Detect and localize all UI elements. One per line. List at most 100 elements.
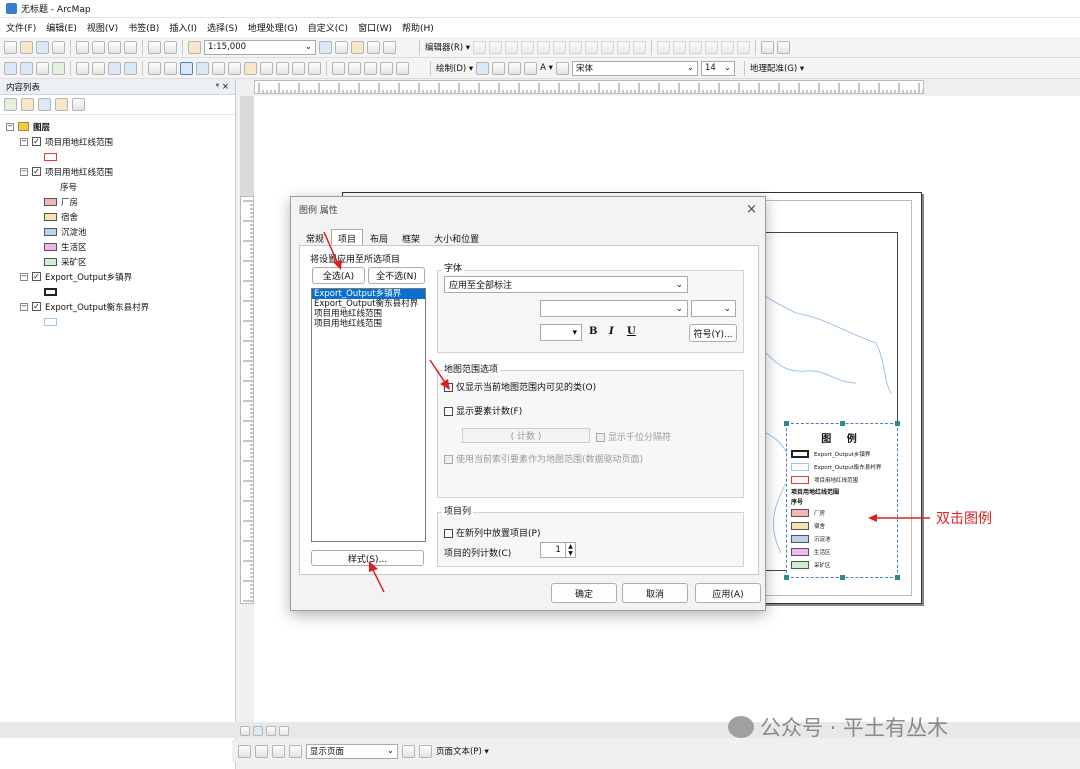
- reshape-icon[interactable]: [585, 40, 599, 54]
- georeferencing-menu[interactable]: 地理配准(G) ▾: [750, 62, 804, 74]
- only-visible-checkbox[interactable]: [444, 383, 453, 392]
- attributes-icon[interactable]: [721, 40, 735, 54]
- list-by-selection-icon[interactable]: [55, 98, 68, 111]
- cut-icon[interactable]: [76, 40, 89, 54]
- menu-help[interactable]: 帮助(H): [402, 21, 434, 34]
- find-route-icon[interactable]: [260, 61, 273, 75]
- new-document-icon[interactable]: [4, 40, 17, 54]
- column-count-spinner[interactable]: 1 ▲ ▼: [540, 542, 576, 558]
- spatial-adjust-icon[interactable]: [705, 40, 719, 54]
- paste-icon[interactable]: [108, 40, 121, 54]
- menu-windows[interactable]: 窗口(W): [358, 21, 392, 34]
- menu-customize[interactable]: 自定义(C): [308, 21, 348, 34]
- font-name-combo[interactable]: ⌄: [540, 300, 688, 317]
- select-none-button[interactable]: 全不选(N): [368, 267, 425, 284]
- menu-edit[interactable]: 编辑(E): [46, 21, 77, 34]
- underline-button[interactable]: U: [627, 326, 636, 337]
- vertical-scroll-area[interactable]: [240, 96, 254, 196]
- apply-button[interactable]: 应用(A): [695, 583, 761, 603]
- collapse-icon[interactable]: −: [20, 167, 28, 176]
- layout-pan-icon[interactable]: [348, 61, 361, 75]
- page-text-menu[interactable]: 页面文本(P) ▾: [436, 745, 489, 757]
- show-count-option[interactable]: 显示要素计数(F): [444, 404, 522, 417]
- tab-general[interactable]: 常规: [299, 229, 331, 245]
- edit-tool-icon[interactable]: [473, 40, 487, 54]
- layer-symbol-row[interactable]: [0, 149, 235, 164]
- fixed-zoom-in-icon[interactable]: [76, 61, 89, 75]
- draw-select-icon[interactable]: [476, 61, 490, 75]
- data-view-icon[interactable]: [240, 726, 250, 736]
- pause-icon[interactable]: [279, 726, 289, 736]
- class-swatch[interactable]: [44, 227, 57, 236]
- layout-zoom-icon[interactable]: [332, 61, 345, 75]
- delete-icon[interactable]: [124, 40, 137, 54]
- pan-icon[interactable]: [36, 61, 49, 75]
- new-column-checkbox[interactable]: [444, 529, 453, 538]
- straight-segment-icon[interactable]: [505, 40, 519, 54]
- georef-tool-icon[interactable]: [689, 40, 703, 54]
- page-select[interactable]: 显示页面 ⌄: [306, 743, 398, 759]
- print-icon[interactable]: [52, 40, 65, 54]
- measure-icon[interactable]: [244, 61, 257, 75]
- only-visible-option[interactable]: 仅显示当前地图范围内可见的类(O): [444, 380, 596, 393]
- layer-symbol-row[interactable]: [0, 314, 235, 329]
- cut-polygons-icon[interactable]: [601, 40, 615, 54]
- show-count-checkbox[interactable]: [444, 407, 453, 416]
- time-slider-icon[interactable]: [292, 61, 305, 75]
- arctoolbox-icon[interactable]: [383, 40, 396, 54]
- edit-annotation-icon[interactable]: [489, 40, 503, 54]
- create-viewer-icon[interactable]: [308, 61, 321, 75]
- point-icon[interactable]: [553, 40, 567, 54]
- select-elements-icon[interactable]: [180, 61, 193, 75]
- list-by-source-icon[interactable]: [21, 98, 34, 111]
- map-scale-select[interactable]: 1:15,000 ⌄: [204, 39, 316, 55]
- resize-handle[interactable]: [895, 421, 900, 426]
- ok-button[interactable]: 确定: [551, 583, 617, 603]
- resize-handle[interactable]: [784, 575, 789, 580]
- trace-icon[interactable]: [537, 40, 551, 54]
- rectangle-icon[interactable]: [524, 61, 538, 75]
- toc-options-icon[interactable]: [72, 98, 85, 111]
- layer-row[interactable]: − ✓ 项目用地红线范围: [0, 134, 235, 149]
- editor-menu[interactable]: 编辑器(R) ▾: [425, 41, 470, 53]
- font-size-combo[interactable]: ⌄: [691, 300, 736, 317]
- search-window-icon[interactable]: [367, 40, 380, 54]
- save-icon[interactable]: [36, 40, 49, 54]
- map-legend[interactable]: 图 例 Export_Output乡镇界 Export_Output衡东县村界 …: [784, 421, 900, 580]
- class-swatch[interactable]: [44, 242, 57, 251]
- edit-vertices-icon[interactable]: [569, 40, 583, 54]
- ddp-refresh-icon[interactable]: [255, 744, 268, 758]
- sketch-properties-icon[interactable]: [737, 40, 751, 54]
- italic-button[interactable]: I: [609, 326, 614, 337]
- resize-handle[interactable]: [895, 575, 900, 580]
- layer-visibility-checkbox[interactable]: ✓: [32, 167, 41, 176]
- class-row[interactable]: 沉淀池: [0, 224, 235, 239]
- list-item[interactable]: 项目用地红线范围: [312, 309, 425, 319]
- html-popup-icon[interactable]: [228, 61, 241, 75]
- fixed-zoom-out-icon[interactable]: [92, 61, 105, 75]
- layer-visibility-checkbox[interactable]: ✓: [32, 302, 41, 311]
- menu-view[interactable]: 视图(V): [87, 21, 118, 34]
- select-all-button[interactable]: 全选(A): [312, 267, 365, 284]
- resize-handle[interactable]: [784, 421, 789, 426]
- data-frame-row[interactable]: − 图层: [0, 119, 235, 134]
- tab-size-position[interactable]: 大小和位置: [427, 229, 486, 245]
- collapse-icon[interactable]: −: [20, 302, 28, 311]
- ddp-last-page-icon[interactable]: [419, 744, 432, 758]
- layout-back-icon[interactable]: [396, 61, 409, 75]
- edit-vertices-draw-icon[interactable]: [555, 61, 569, 75]
- refresh-icon[interactable]: [266, 726, 276, 736]
- redo-icon[interactable]: [164, 40, 177, 54]
- list-item[interactable]: Export_Output乡镇界: [312, 289, 425, 299]
- copy-icon[interactable]: [92, 40, 105, 54]
- symbol-button[interactable]: 符号(Y)...: [689, 324, 737, 342]
- identify-icon[interactable]: [761, 40, 775, 54]
- hyperlink-icon[interactable]: [212, 61, 225, 75]
- resize-handle[interactable]: [840, 575, 845, 580]
- blue-outline-symbol[interactable]: [44, 317, 57, 326]
- toc-pin-close[interactable]: ᵠ ×: [216, 82, 229, 92]
- collapse-icon[interactable]: −: [6, 122, 14, 131]
- bold-button[interactable]: B: [589, 326, 597, 337]
- layout-100-icon[interactable]: [380, 61, 393, 75]
- zoom-to-selected-icon[interactable]: [508, 61, 522, 75]
